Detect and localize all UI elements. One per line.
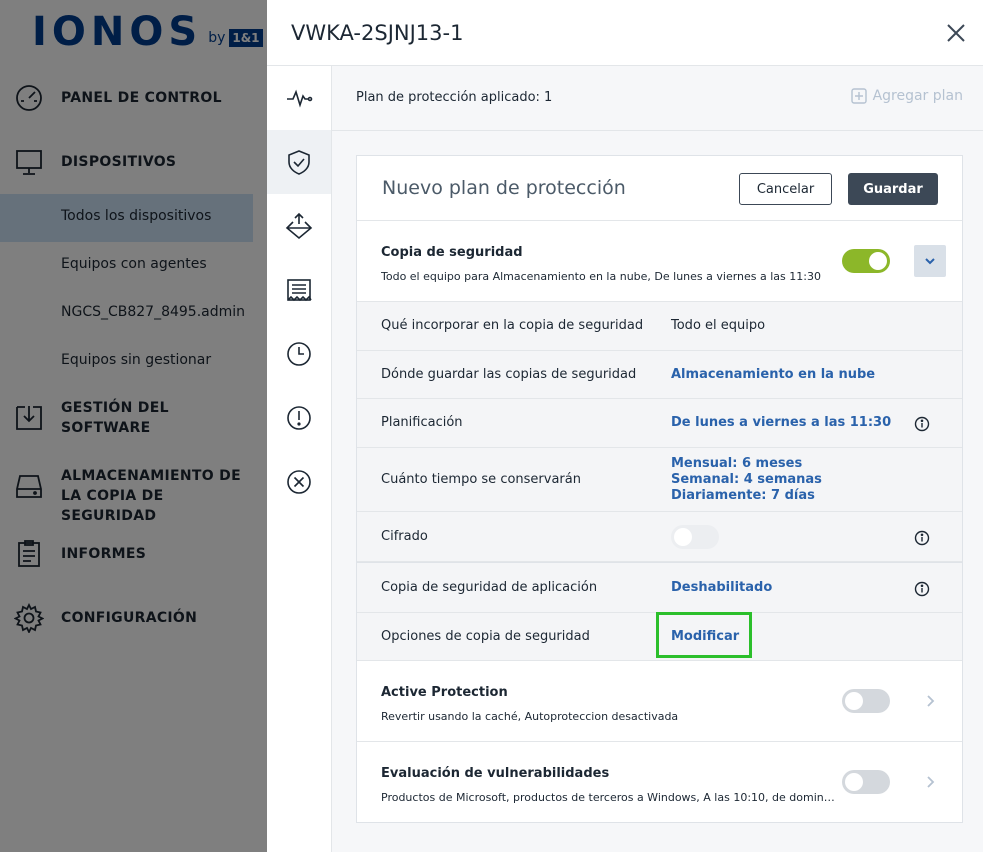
applied-plan-count: Plan de protección aplicado: 1 <box>356 90 553 105</box>
device-modal: VWKA-2SJNJ13-1 Plan de protección aplica… <box>267 0 983 852</box>
vulnerability-toggle[interactable] <box>842 770 890 794</box>
close-icon[interactable] <box>945 22 967 44</box>
encryption-toggle[interactable] <box>671 525 719 549</box>
protection-plan-card: Nuevo plan de protección Cancelar Guarda… <box>356 155 963 823</box>
modal-header: VWKA-2SJNJ13-1 <box>267 0 983 66</box>
retention-monthly[interactable]: Mensual: 6 meses <box>671 456 802 471</box>
chevron-right-icon[interactable] <box>923 694 937 708</box>
tab-delete[interactable] <box>267 450 331 514</box>
row-label: Cuánto tiempo se conservarán <box>381 472 581 487</box>
tab-reports[interactable] <box>267 258 331 322</box>
modal-backdrop[interactable] <box>0 0 267 852</box>
clock-history-icon <box>287 342 311 366</box>
active-protection-section: Active Protection Revertir usando la cac… <box>357 661 962 742</box>
row-label: Opciones de copia de seguridad <box>381 629 590 644</box>
vulnerability-description: Productos de Microsoft, productos de ter… <box>381 791 841 804</box>
row-label: Dónde guardar las copias de seguridad <box>381 367 637 382</box>
activity-pulse-icon <box>287 89 313 108</box>
save-button[interactable]: Guardar <box>848 173 938 205</box>
add-plan-label: Agregar plan <box>872 88 963 104</box>
backup-section: Copia de seguridad Todo el equipo para A… <box>357 221 962 302</box>
add-plan-button[interactable]: Agregar plan <box>850 88 963 104</box>
vulnerability-section: Evaluación de vulnerabilidades Productos… <box>357 742 962 822</box>
active-protection-toggle[interactable] <box>842 689 890 713</box>
row-label: Cifrado <box>381 529 428 544</box>
retention-weekly[interactable]: Semanal: 4 semanas <box>671 472 822 487</box>
info-icon[interactable] <box>914 581 930 597</box>
row-encryption: Cifrado <box>357 512 962 562</box>
row-label: Planificación <box>381 415 463 430</box>
row-what-to-backup[interactable]: Qué incorporar en la copia de seguridad … <box>357 302 962 351</box>
retention-daily[interactable]: Diariamente: 7 días <box>671 488 815 503</box>
backup-title: Copia de seguridad <box>381 245 523 260</box>
applied-plan-bar: Plan de protección aplicado: 1 Agregar p… <box>332 66 983 131</box>
tab-activity[interactable] <box>267 66 331 130</box>
recovery-arrows-icon <box>285 212 313 240</box>
row-backup-options: Opciones de copia de seguridad Modificar <box>357 612 962 661</box>
plus-square-icon <box>850 88 867 104</box>
tab-recovery[interactable] <box>267 194 331 258</box>
tab-protection[interactable] <box>267 130 331 194</box>
cancel-button[interactable]: Cancelar <box>739 173 832 205</box>
active-protection-title: Active Protection <box>381 685 508 700</box>
info-icon[interactable] <box>914 530 930 546</box>
row-schedule: Planificación De lunes a viernes a las 1… <box>357 399 962 448</box>
modal-title: VWKA-2SJNJ13-1 <box>291 21 464 45</box>
tab-history[interactable] <box>267 322 331 386</box>
highlight-box <box>656 612 752 658</box>
modal-tabs <box>267 66 332 852</box>
row-where-to-save: Dónde guardar las copias de seguridad Al… <box>357 351 962 399</box>
row-app-backup: Copia de seguridad de aplicación Deshabi… <box>357 562 962 613</box>
backup-description: Todo el equipo para Almacenamiento en la… <box>381 270 821 283</box>
backup-collapse-button[interactable] <box>914 245 946 277</box>
row-label: Qué incorporar en la copia de seguridad <box>381 318 644 333</box>
plan-header: Nuevo plan de protección Cancelar Guarda… <box>357 156 962 221</box>
cancel-circle-icon <box>287 470 311 494</box>
active-protection-description: Revertir usando la caché, Autoproteccion… <box>381 710 679 723</box>
protection-content: Plan de protección aplicado: 1 Agregar p… <box>332 66 983 852</box>
row-retention: Cuánto tiempo se conservarán Mensual: 6 … <box>357 448 962 512</box>
shield-check-icon <box>288 150 310 175</box>
tab-alerts[interactable] <box>267 386 331 450</box>
schedule-link[interactable]: De lunes a viernes a las 11:30 <box>671 415 891 430</box>
info-icon[interactable] <box>914 416 930 432</box>
storage-location-link[interactable]: Almacenamiento en la nube <box>671 367 875 382</box>
app-backup-link[interactable]: Deshabilitado <box>671 580 772 595</box>
backup-toggle[interactable] <box>842 249 890 273</box>
plan-title[interactable]: Nuevo plan de protección <box>382 177 626 199</box>
row-value: Todo el equipo <box>671 318 766 333</box>
row-label: Copia de seguridad de aplicación <box>381 580 598 595</box>
chevron-down-icon <box>925 258 935 265</box>
vulnerability-title: Evaluación de vulnerabilidades <box>381 766 610 781</box>
alert-icon <box>287 406 311 430</box>
report-list-icon <box>287 279 312 302</box>
chevron-right-icon[interactable] <box>923 775 937 789</box>
